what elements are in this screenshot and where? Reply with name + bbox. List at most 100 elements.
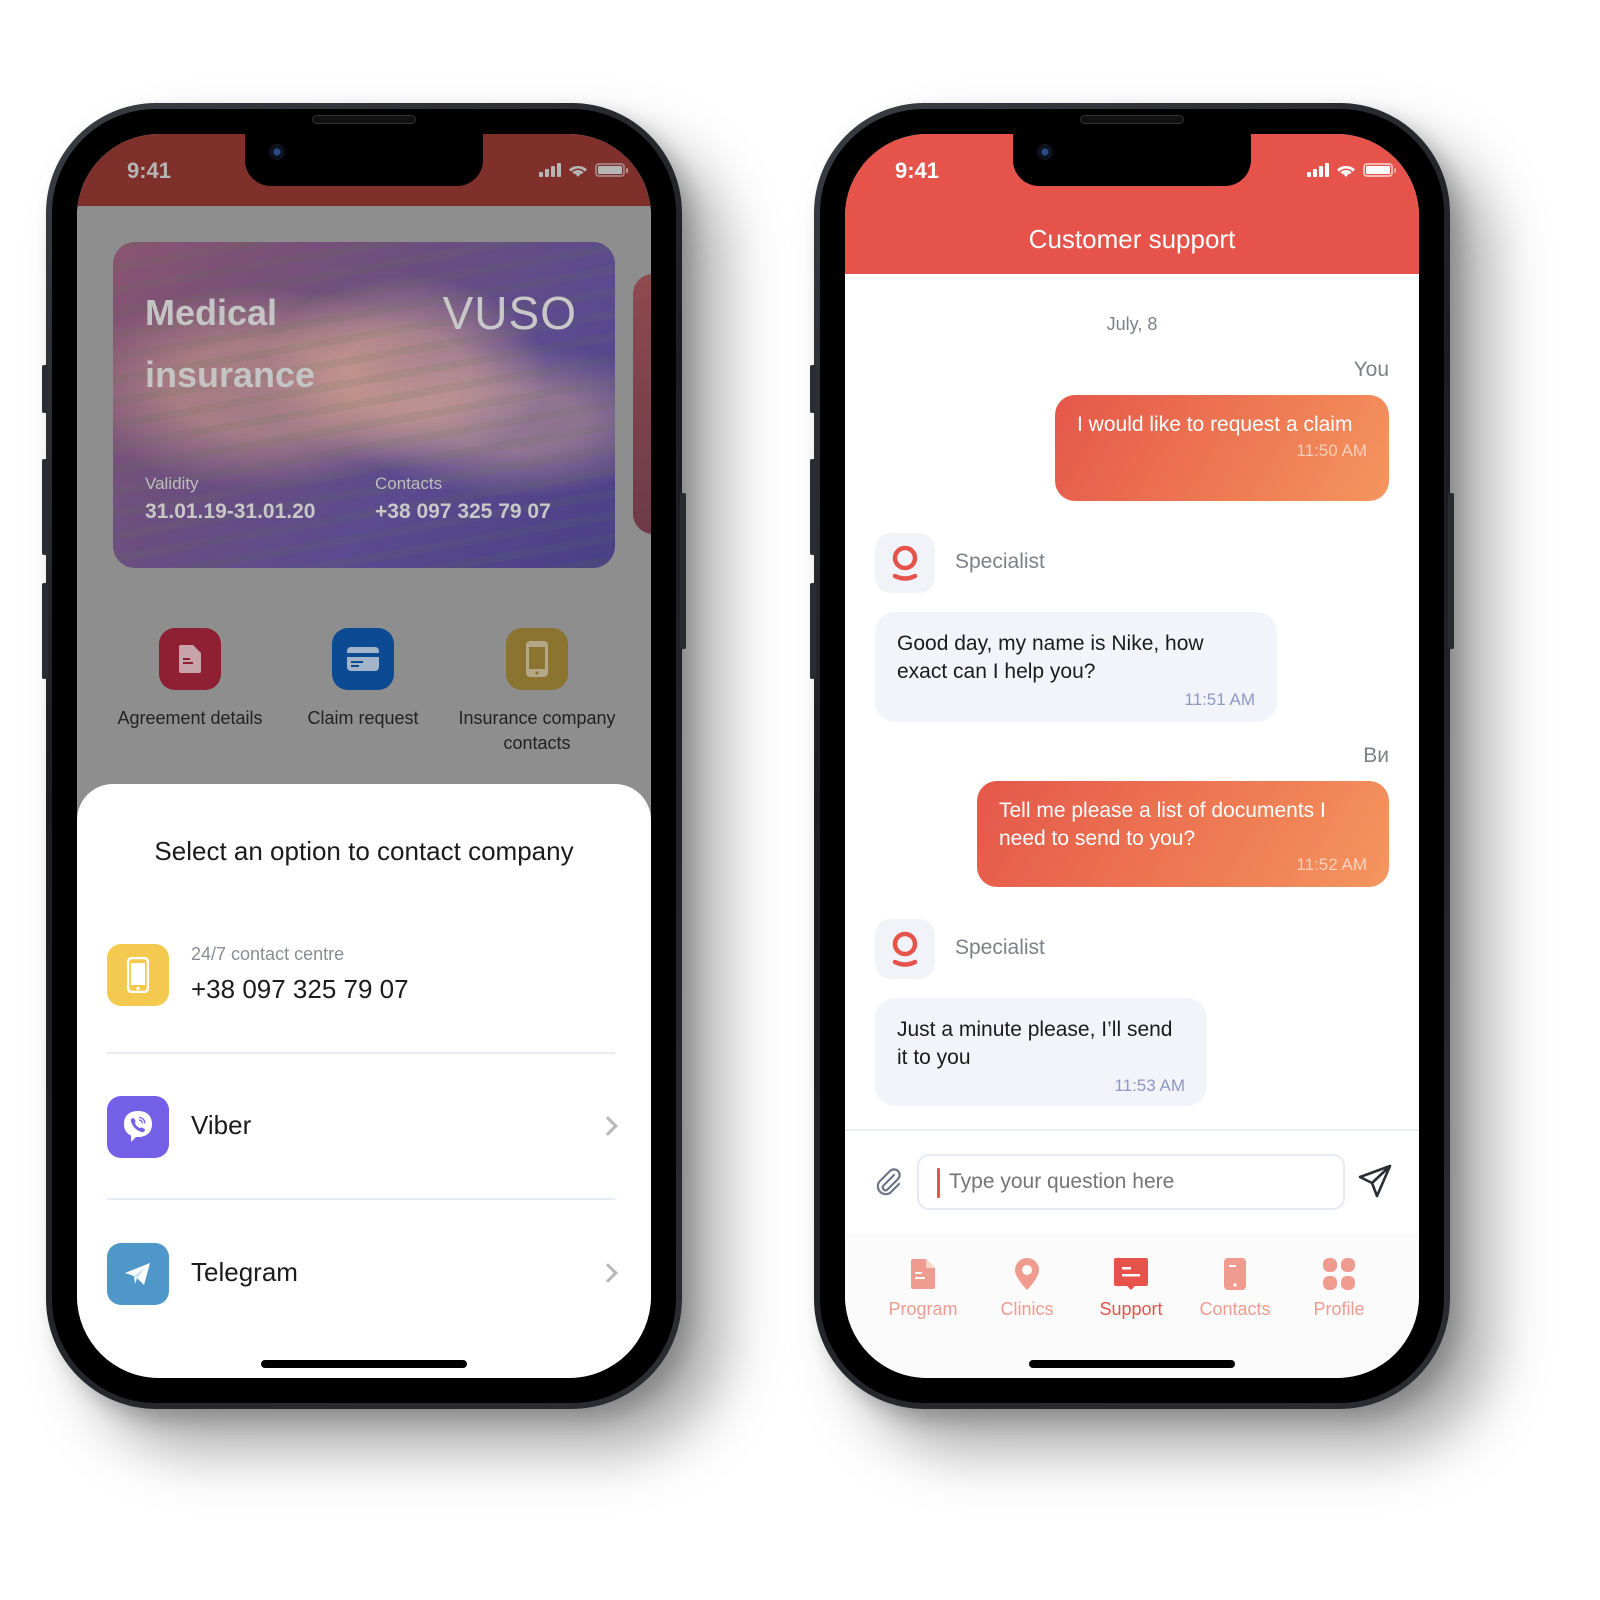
chat-thread: July, 8 You I would like to request a cl… [845,274,1419,1129]
camera-icon [269,144,285,160]
wifi-icon [1337,165,1355,177]
telegram-icon [107,1243,169,1305]
send-icon[interactable] [1357,1163,1393,1199]
tab-label: Contacts [1199,1299,1271,1319]
message-text: Good day, my name is Nike, how exact can… [897,632,1204,683]
tab-label: Clinics [1000,1299,1054,1319]
sender-label: You [1353,358,1389,381]
agreement-details-action[interactable]: Agreement details [100,628,280,731]
tab-contacts[interactable]: Contacts [1185,1257,1285,1320]
battery-icon [595,163,628,177]
camera-icon [1037,144,1053,160]
left-screen: 9:41 Medical insurance VUSO Validity 31.… [77,134,651,1378]
action-label: Claim request [307,708,419,728]
divider [107,1198,615,1200]
contacts-value: +38 097 325 79 07 [375,500,551,523]
battery-icon [1363,163,1396,177]
power-button [680,493,686,649]
message-text: I would like to request a claim [1077,413,1353,436]
left-phone: 9:41 Medical insurance VUSO Validity 31.… [42,103,686,1409]
mute-switch [42,365,48,413]
specialist-logo-icon [892,931,918,967]
brand-logo: VUSO [442,287,577,339]
wifi-icon [569,165,587,177]
divider [107,1052,615,1054]
message-outgoing: I would like to request a claim 11:50 AM [1055,395,1389,501]
bottom-tab-bar: Program Clinics Support Contacts Profile [845,1233,1419,1378]
speaker-grille [312,115,416,124]
notch [245,134,483,186]
speaker-grille [1080,115,1184,124]
specialist-avatar [875,919,935,979]
action-label: Agreement details [117,708,263,728]
policy-card-title: Medical insurance [145,292,316,395]
action-label: Insurance company contacts [458,708,616,753]
tab-program[interactable]: Program [873,1257,973,1320]
sender-label: Specialist [955,550,1045,573]
volume-up-button [42,459,48,555]
status-time: 9:41 [127,158,172,183]
contact-centre-subtitle: 24/7 contact centre [191,944,345,964]
chat-date: July, 8 [1106,314,1158,334]
card-icon [332,628,394,690]
contact-centre-phone[interactable]: +38 097 325 79 07 [191,974,409,1005]
location-pin-icon [1015,1258,1039,1290]
telegram-option[interactable]: Telegram [107,1243,618,1305]
message-time: 11:50 AM [1296,441,1367,460]
phone-icon [1224,1258,1246,1290]
volume-up-button [810,459,816,555]
validity-label: Validity [145,474,199,493]
message-incoming: Just a minute please, I’ll send it to yo… [875,998,1207,1106]
viber-icon [107,1096,169,1158]
cellular-signal-icon [539,163,561,177]
page-title: Customer support [1028,224,1236,254]
telegram-label: Telegram [191,1257,298,1287]
volume-down-button [810,583,816,679]
status-time: 9:41 [895,158,940,183]
contact-options-sheet: Select an option to contact company 24/7… [77,784,651,1378]
message-time: 11:53 AM [1114,1076,1185,1095]
text-caret [937,1168,940,1198]
right-phone: Customer support 9:41 July, 8 You I woul… [810,103,1454,1409]
phone-icon [107,944,169,1006]
contact-centre-row[interactable]: 24/7 contact centre +38 097 325 79 07 [107,944,615,1014]
specialist-avatar [875,533,935,593]
document-icon [911,1259,935,1289]
tab-label: Support [1099,1299,1163,1319]
phone-icon [506,628,568,690]
message-text: Just a minute please, I’ll send it to yo… [897,1018,1173,1069]
message-incoming: Good day, my name is Nike, how exact can… [875,612,1277,722]
tab-clinics[interactable]: Clinics [977,1257,1077,1320]
message-composer [845,1129,1419,1233]
next-card-peek[interactable] [633,274,651,534]
specialist-logo-icon [892,545,918,581]
notch [1013,134,1251,186]
chevron-right-icon [598,1263,618,1283]
tab-profile[interactable]: Profile [1289,1257,1389,1320]
tab-label: Profile [1313,1299,1365,1319]
viber-label: Viber [191,1110,252,1140]
message-text: Tell me please a list of documents I nee… [999,799,1326,850]
sender-label: Specialist [955,936,1045,959]
home-indicator[interactable] [1029,1360,1235,1368]
validity-value: 31.01.19-31.01.20 [145,500,316,523]
policy-card[interactable]: Medical insurance VUSO Validity 31.01.19… [113,242,615,568]
paperclip-icon[interactable] [873,1167,905,1199]
cellular-signal-icon [1307,163,1329,177]
message-time: 11:51 AM [1184,690,1255,709]
message-input[interactable] [917,1154,1345,1210]
tab-support[interactable]: Support [1081,1257,1181,1320]
insurance-contacts-action[interactable]: Insurance company contacts [447,628,627,756]
claim-request-action[interactable]: Claim request [273,628,453,731]
message-time: 11:52 AM [1296,855,1367,874]
chat-icon [1114,1258,1148,1290]
contacts-label: Contacts [375,474,443,493]
message-outgoing: Tell me please a list of documents I nee… [977,781,1389,887]
sheet-title: Select an option to contact company [154,836,574,866]
document-icon [159,628,221,690]
viber-option[interactable]: Viber [107,1096,618,1158]
power-button [1448,493,1454,649]
home-indicator[interactable] [261,1360,467,1368]
tab-label: Program [888,1299,958,1319]
right-screen: Customer support 9:41 July, 8 You I woul… [845,134,1419,1378]
